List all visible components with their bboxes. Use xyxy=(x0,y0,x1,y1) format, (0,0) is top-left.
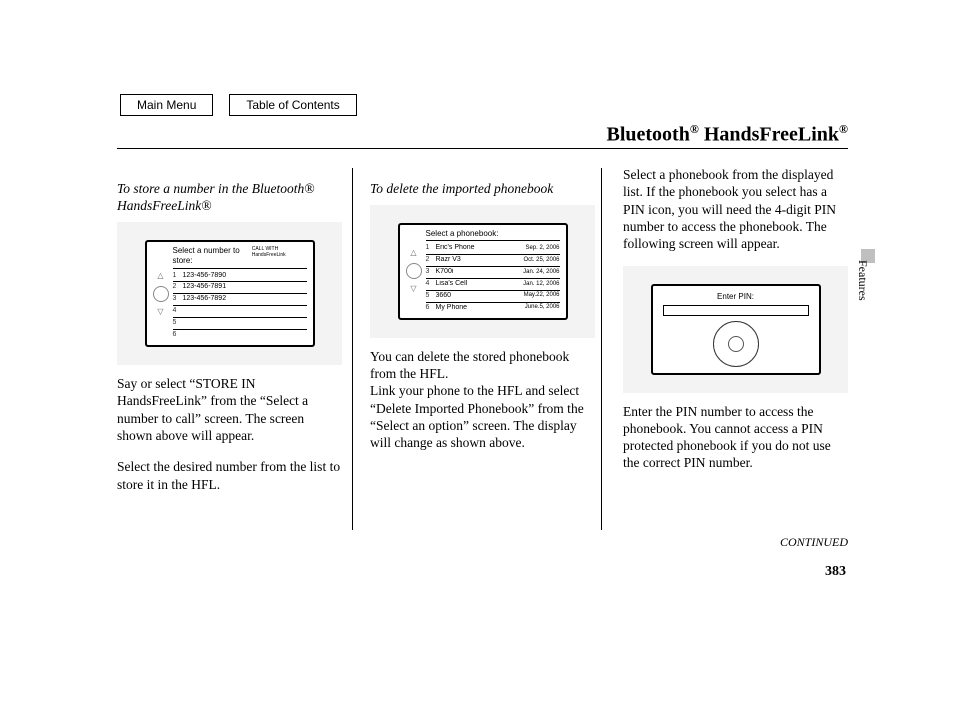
figure-delete-phonebook: △ ▽ Select a phonebook: 1Eric's PhoneSep… xyxy=(370,205,595,338)
pin-number-dial xyxy=(713,321,759,367)
col1-paragraph-2: Select the desired number from the list … xyxy=(117,458,342,493)
manual-page: Main Menu Table of Contents Bluetooth® H… xyxy=(0,0,954,710)
content-columns: To store a number in the Bluetooth® Hand… xyxy=(117,166,848,507)
column-2: To delete the imported phonebook △ ▽ Sel… xyxy=(370,166,595,507)
page-title: Bluetooth® HandsFreeLink® xyxy=(607,122,849,147)
col2-heading: To delete the imported phonebook xyxy=(370,180,595,197)
main-menu-button[interactable]: Main Menu xyxy=(120,94,213,116)
list-item: 1Eric's PhoneSep. 2, 2006 xyxy=(426,243,560,255)
dial-center-icon xyxy=(728,336,744,352)
down-icon: ▽ xyxy=(410,285,416,293)
column-3: Select a phonebook from the displayed li… xyxy=(623,166,848,507)
dial-icon xyxy=(153,286,169,302)
list-item: 53660May.22, 2006 xyxy=(426,291,560,303)
title-rule xyxy=(117,148,848,149)
screen-side-controls: △ ▽ xyxy=(153,246,169,341)
list-item: 6 xyxy=(173,330,307,341)
col3-paragraph-2: Enter the PIN number to access the phone… xyxy=(623,403,848,472)
screen-header: Select a number to store: CALL WITH Hand… xyxy=(173,246,307,268)
screen-enter-pin: Enter PIN: xyxy=(651,284,821,374)
section-tab: Features xyxy=(855,260,870,301)
col1-paragraph-1: Say or select “STORE IN HandsFreeLink” f… xyxy=(117,375,342,444)
col2-paragraph-1: You can delete the stored phonebook from… xyxy=(370,348,595,383)
registered-icon: ® xyxy=(839,122,848,136)
registered-icon: ® xyxy=(690,122,699,136)
list-item: 5 xyxy=(173,318,307,330)
list-item: 2Razr V3Oct. 25, 2006 xyxy=(426,255,560,267)
screen-list: 1123-456-7890 2123-456-7891 3123-456-789… xyxy=(173,271,307,342)
figure-enter-pin: Enter PIN: xyxy=(623,266,848,392)
list-item: 6My PhoneJune.5, 2006 xyxy=(426,303,560,314)
down-icon: ▽ xyxy=(157,308,163,316)
col2-paragraph-2: Link your phone to the HFL and select “D… xyxy=(370,382,595,451)
list-item: 4Lisa's CellJan. 12, 2006 xyxy=(426,279,560,291)
figure-store-number: △ ▽ Select a number to store: CALL WITH … xyxy=(117,222,342,365)
list-item: 3K700iJan. 24, 2006 xyxy=(426,267,560,279)
up-icon: △ xyxy=(157,272,163,280)
column-1: To store a number in the Bluetooth® Hand… xyxy=(117,166,342,507)
list-item: 4 xyxy=(173,306,307,318)
dial-icon xyxy=(406,263,422,279)
pin-input-box xyxy=(663,305,809,316)
toc-button[interactable]: Table of Contents xyxy=(229,94,356,116)
screen-tag: CALL WITH HandsFreeLink xyxy=(252,246,307,266)
page-number: 383 xyxy=(825,564,846,580)
screen-title: Select a phonebook: xyxy=(426,229,499,239)
col1-heading: To store a number in the Bluetooth® Hand… xyxy=(117,180,342,215)
list-item: 2123-456-7891 xyxy=(173,282,307,294)
list-item: 1123-456-7890 xyxy=(173,271,307,283)
screen-list: 1Eric's PhoneSep. 2, 2006 2Razr V3Oct. 2… xyxy=(426,243,560,314)
pin-title: Enter PIN: xyxy=(659,292,813,302)
screen-store-number: △ ▽ Select a number to store: CALL WITH … xyxy=(145,240,315,347)
list-item: 3123-456-7892 xyxy=(173,294,307,306)
col3-paragraph-1: Select a phonebook from the displayed li… xyxy=(623,166,848,252)
screen-header: Select a phonebook: xyxy=(426,229,560,241)
screen-side-controls: △ ▽ xyxy=(406,229,422,314)
title-word-2: HandsFreeLink xyxy=(699,124,839,146)
nav-buttons: Main Menu Table of Contents xyxy=(120,94,357,116)
title-word-1: Bluetooth xyxy=(607,124,690,146)
up-icon: △ xyxy=(410,249,416,257)
screen-title: Select a number to store: xyxy=(173,246,252,266)
continued-label: CONTINUED xyxy=(780,535,848,550)
screen-select-phonebook: △ ▽ Select a phonebook: 1Eric's PhoneSep… xyxy=(398,223,568,320)
